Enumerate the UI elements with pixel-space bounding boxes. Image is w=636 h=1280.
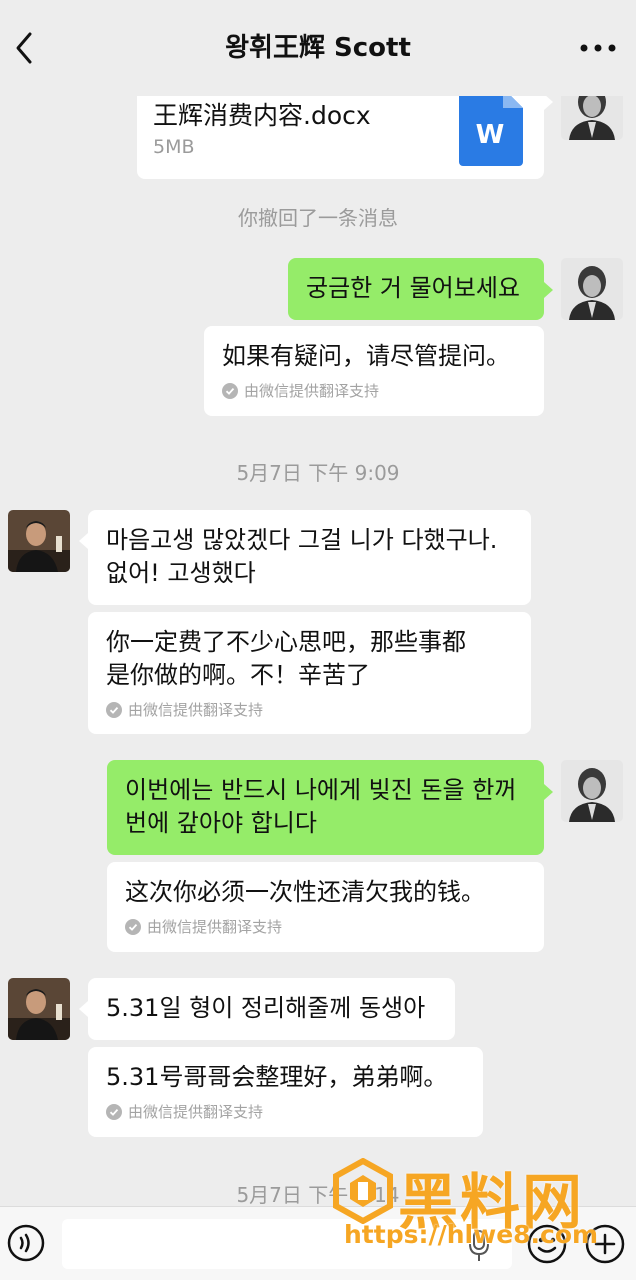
translation-note: 由微信提供翻译支持 (125, 917, 526, 937)
timestamp: 5月7日 下午 9:09 (236, 461, 400, 485)
timestamp: 5月7日 下午 9:14 (236, 1183, 400, 1207)
translation-note: 由微信提供翻译支持 (222, 381, 526, 401)
check-circle-icon (106, 702, 122, 718)
file-size: 5MB (153, 136, 195, 158)
avatar-self-image (561, 258, 623, 320)
translation-bubble[interactable]: 你一定费了不少心思吧，那些事都 是你做的啊。不！辛苦了 由微信提供翻译支持 (88, 612, 531, 734)
input-toolbar (0, 1206, 636, 1280)
avatar-self[interactable] (561, 760, 623, 822)
received-message-bubble[interactable]: 마음고생 많았겠다 그걸 니가 다했구나. 없어! 고생했다 (88, 510, 531, 605)
translation-text: 如果有疑问，请尽管提问。 (222, 342, 510, 370)
more-options-icon[interactable] (578, 38, 618, 58)
voice-mode-icon[interactable] (6, 1223, 46, 1263)
file-bubble-tail (544, 94, 553, 110)
translation-bubble[interactable]: 这次你必须一次性还清欠我的钱。 由微信提供翻译支持 (107, 862, 544, 952)
bubble-tail (79, 533, 88, 549)
chat-header: 왕휘王辉 Scott (0, 0, 636, 96)
translation-note: 由微信提供翻译支持 (106, 1102, 465, 1122)
svg-text:W: W (476, 120, 505, 150)
bubble-tail (544, 282, 553, 298)
sent-message-bubble[interactable]: 이번에는 반드시 나에게 빚진 돈을 한꺼 번에 갚아야 합니다 (107, 760, 544, 855)
file-name: 王辉消费内容.docx (153, 101, 371, 130)
emoji-icon[interactable] (526, 1223, 568, 1265)
avatar-contact-image (8, 510, 70, 572)
avatar-contact[interactable] (8, 510, 70, 572)
translation-text: 这次你必须一次性还清欠我的钱。 (125, 878, 485, 906)
bubble-tail (544, 784, 553, 800)
word-file-icon: W (459, 88, 523, 166)
add-more-icon[interactable] (584, 1223, 626, 1265)
message-list[interactable]: 王辉消费内容.docx 5MB W 你撤回了一条消息 궁금한 거 물어보세요 如… (0, 0, 636, 1207)
message-text: 마음고생 많았겠다 그걸 니가 다했구나. 없어! 고생했다 (106, 526, 498, 587)
bubble-tail (79, 1001, 88, 1017)
file-message[interactable]: 王辉消费内容.docx 5MB W (137, 82, 544, 179)
translation-note: 由微信提供翻译支持 (106, 700, 513, 720)
translation-bubble[interactable]: 5.31号哥哥会整理好，弟弟啊。 由微信提供翻译支持 (88, 1047, 483, 1137)
check-circle-icon (106, 1104, 122, 1120)
translation-bubble[interactable]: 如果有疑问，请尽管提问。 由微信提供翻译支持 (204, 326, 544, 416)
avatar-contact[interactable] (8, 978, 70, 1040)
message-text: 이번에는 반드시 나에게 빚진 돈을 한꺼 번에 갚아야 합니다 (125, 776, 517, 837)
received-message-bubble[interactable]: 5.31일 형이 정리해줄께 동생아 (88, 978, 455, 1040)
avatar-self[interactable] (561, 258, 623, 320)
check-circle-icon (125, 919, 141, 935)
translation-text: 5.31号哥哥会整理好，弟弟啊。 (106, 1063, 448, 1091)
translation-text: 你一定费了不少心思吧，那些事都 是你做的啊。不！辛苦了 (106, 628, 466, 689)
microphone-icon[interactable] (466, 1229, 492, 1263)
chat-title: 왕휘王辉 Scott (225, 33, 411, 63)
avatar-self-image (561, 760, 623, 822)
sent-message-bubble[interactable]: 궁금한 거 물어보세요 (288, 258, 544, 320)
message-input[interactable] (62, 1219, 512, 1269)
back-chevron-icon[interactable] (12, 30, 40, 66)
message-text: 궁금한 거 물어보세요 (306, 274, 520, 302)
message-text: 5.31일 형이 정리해줄께 동생아 (106, 994, 426, 1022)
avatar-contact-image (8, 978, 70, 1040)
recall-notice: 你撤回了一条消息 (238, 206, 398, 230)
check-circle-icon (222, 383, 238, 399)
